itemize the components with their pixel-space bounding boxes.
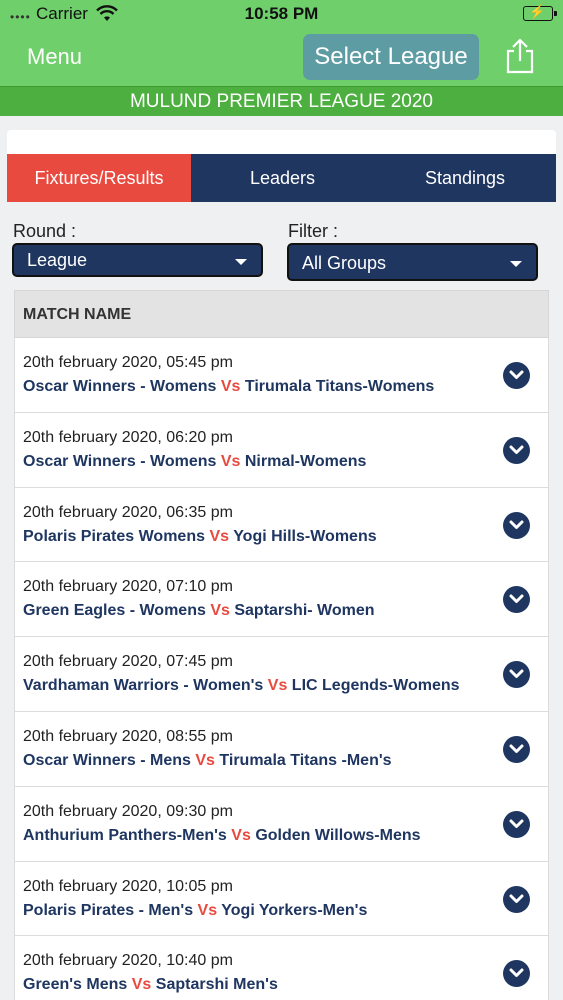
team-away: Saptarshi Men's — [155, 976, 278, 994]
menu-button[interactable]: Menu — [27, 44, 82, 70]
team-home: Oscar Winners - Womens — [23, 378, 217, 395]
match-row[interactable]: 20th february 2020, 06:20 pm Oscar Winne… — [14, 412, 549, 488]
match-date: 20th february 2020, 06:20 pm — [23, 428, 233, 446]
team-away: Tirumala Titans -Men's — [219, 751, 392, 769]
expand-chevron-icon[interactable] — [503, 661, 530, 689]
vs-label: Vs — [220, 452, 241, 470]
match-date: 20th february 2020, 05:45 pm — [23, 354, 233, 371]
vs-label: Vs — [267, 677, 288, 695]
expand-chevron-icon[interactable] — [503, 885, 530, 913]
match-row[interactable]: 20th february 2020, 08:55 pm Oscar Winne… — [14, 711, 549, 787]
match-row[interactable]: 20th february 2020, 10:40 pm Green's Men… — [14, 936, 549, 1000]
match-list: MATCH NAME 20th february 2020, 05:45 pm … — [14, 290, 549, 1000]
filter-label: Filter : — [288, 221, 339, 241]
team-away: Golden Willows-Mens — [255, 826, 421, 844]
match-date: 20th february 2020, 10:40 pm — [23, 952, 233, 970]
match-date: 20th february 2020, 07:10 pm — [23, 578, 233, 596]
team-home: Oscar Winners - Mens — [23, 751, 191, 769]
round-value: League — [27, 250, 88, 270]
tab-leaders[interactable]: Leaders — [191, 154, 374, 202]
vs-label: Vs — [131, 976, 152, 994]
expand-chevron-icon[interactable] — [503, 362, 530, 389]
tab-fixtures-results[interactable]: Fixtures/Results — [7, 154, 191, 202]
expand-chevron-icon[interactable] — [503, 960, 530, 988]
match-row[interactable]: 20th february 2020, 10:05 pm Polaris Pir… — [14, 861, 549, 937]
share-icon[interactable] — [504, 38, 536, 74]
expand-chevron-icon[interactable] — [503, 511, 530, 539]
match-date: 20th february 2020, 06:35 pm — [23, 503, 233, 521]
match-teams: Oscar Winners - Mens Vs Tirumala Titans … — [23, 752, 392, 770]
chevron-down-icon — [510, 261, 522, 267]
match-rows: 20th february 2020, 05:45 pm Oscar Winne… — [14, 338, 549, 1000]
team-away: Saptarshi- Women — [234, 602, 375, 620]
expand-chevron-icon[interactable] — [503, 436, 530, 464]
match-date: 20th february 2020, 08:55 pm — [23, 727, 233, 745]
team-away: Yogi Yorkers-Men's — [221, 901, 368, 919]
match-teams: Polaris Pirates Womens Vs Yogi Hills-Wom… — [23, 528, 377, 546]
vs-label: Vs — [210, 602, 230, 620]
round-label: Round : — [13, 221, 77, 241]
team-home: Green Eagles - Womens — [23, 602, 206, 620]
team-home: Oscar Winners - Womens — [23, 452, 217, 470]
filter-dropdown[interactable]: All Groups — [287, 243, 538, 281]
round-dropdown[interactable]: League — [12, 243, 263, 277]
team-away: LIC Legends-Womens — [291, 677, 460, 695]
match-teams: Polaris Pirates - Men's Vs Yogi Yorkers-… — [23, 902, 367, 920]
match-row[interactable]: 20th february 2020, 07:45 pm Vardhaman W… — [14, 637, 549, 712]
match-date: 20th february 2020, 09:30 pm — [23, 802, 233, 820]
match-teams: Green Eagles - Womens Vs Saptarshi- Wome… — [23, 602, 375, 620]
team-home: Green's Mens — [23, 976, 128, 994]
status-bar: •••• Carrier 10:58 PM ⚡ — [0, 0, 563, 28]
vs-label: Vs — [220, 378, 241, 395]
match-row[interactable]: 20th february 2020, 06:35 pm Polaris Pir… — [14, 487, 549, 563]
match-teams: Green's Mens Vs Saptarshi Men's — [23, 976, 278, 994]
match-teams: Vardhaman Warriors - Women's Vs LIC Lege… — [23, 677, 460, 695]
match-teams: Oscar Winners - Womens Vs Nirmal-Womens — [23, 453, 366, 471]
team-away: Tirumala Titans-Womens — [244, 378, 435, 395]
vs-label: Vs — [197, 901, 218, 919]
team-home: Anthurium Panthers-Men's — [23, 826, 227, 844]
team-home: Polaris Pirates - Men's — [23, 901, 194, 919]
list-header: MATCH NAME — [14, 290, 549, 338]
vs-label: Vs — [195, 751, 215, 769]
vs-label: Vs — [231, 826, 251, 844]
team-away: Nirmal-Womens — [244, 452, 367, 470]
league-title-banner: MULUND PREMIER LEAGUE 2020 — [0, 86, 563, 116]
match-row[interactable]: 20th february 2020, 05:45 pm Oscar Winne… — [14, 338, 549, 413]
team-away: Yogi Hills-Womens — [233, 527, 377, 545]
match-teams: Anthurium Panthers-Men's Vs Golden Willo… — [23, 827, 421, 845]
expand-chevron-icon[interactable] — [503, 586, 530, 614]
battery-icon: ⚡ — [523, 4, 557, 21]
match-teams: Oscar Winners - Womens Vs Tirumala Titan… — [23, 378, 434, 396]
status-time: 10:58 PM — [244, 4, 319, 23]
filter-value: All Groups — [302, 253, 387, 273]
chevron-down-icon — [235, 259, 247, 265]
match-row[interactable]: 20th february 2020, 07:10 pm Green Eagle… — [14, 562, 549, 638]
expand-chevron-icon[interactable] — [503, 810, 530, 838]
tab-bar: Fixtures/Results Leaders Standings — [7, 154, 556, 202]
match-date: 20th february 2020, 07:45 pm — [23, 653, 233, 671]
vs-label: Vs — [209, 527, 230, 545]
match-date: 20th february 2020, 10:05 pm — [23, 877, 233, 895]
nav-bar: Menu Select League — [0, 28, 563, 86]
match-row[interactable]: 20th february 2020, 09:30 pm Anthurium P… — [14, 786, 549, 862]
select-league-button[interactable]: Select League — [303, 34, 479, 80]
tab-standings[interactable]: Standings — [374, 154, 556, 202]
team-home: Polaris Pirates Womens — [23, 527, 205, 545]
team-home: Vardhaman Warriors - Women's — [23, 677, 264, 695]
expand-chevron-icon[interactable] — [503, 735, 530, 763]
